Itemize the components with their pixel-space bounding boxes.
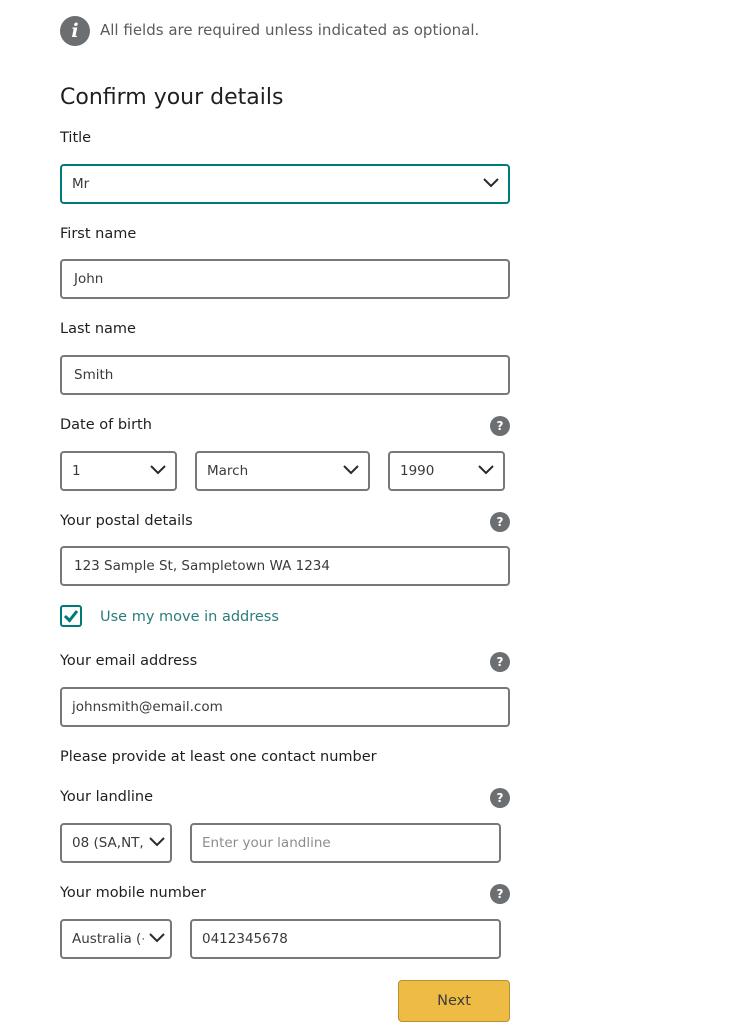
contact-number-note: Please provide at least one contact numb… xyxy=(60,749,377,765)
move-in-address-checkbox[interactable] xyxy=(60,605,82,627)
mobile-value: 0412345678 xyxy=(202,931,288,947)
postal-address-input[interactable]: 123 Sample St, Sampletown WA 1234 xyxy=(60,546,510,586)
last-name-label: Last name xyxy=(60,321,136,337)
move-in-address-label[interactable]: Use my move in address xyxy=(100,609,279,625)
mobile-country-value: Australia (+ xyxy=(72,931,144,947)
chevron-down-icon xyxy=(343,465,359,475)
page-title: Confirm your details xyxy=(60,85,284,110)
title-select[interactable]: Mr xyxy=(60,164,510,204)
postal-address-value: 123 Sample St, Sampletown WA 1234 xyxy=(74,558,330,574)
dob-year-select[interactable]: 1990 xyxy=(388,451,505,491)
mobile-label: Your mobile number xyxy=(60,885,206,901)
checkmark-icon xyxy=(63,610,79,623)
mobile-input[interactable]: 0412345678 xyxy=(190,919,501,959)
postal-label: Your postal details xyxy=(60,513,193,529)
dob-month-select[interactable]: March xyxy=(195,451,370,491)
email-help-icon[interactable]: ? xyxy=(490,652,510,672)
title-label: Title xyxy=(60,130,92,146)
dob-help-icon[interactable]: ? xyxy=(490,416,510,436)
chevron-down-icon xyxy=(149,933,165,943)
landline-help-icon[interactable]: ? xyxy=(490,788,510,808)
first-name-input[interactable]: John xyxy=(60,259,510,299)
chevron-down-icon xyxy=(483,178,499,188)
email-value: johnsmith@email.com xyxy=(72,699,223,715)
mobile-country-select[interactable]: Australia (+ xyxy=(60,919,172,959)
dob-year-value: 1990 xyxy=(400,463,435,479)
landline-label: Your landline xyxy=(60,789,154,805)
title-select-value: Mr xyxy=(72,176,90,192)
chevron-down-icon xyxy=(478,465,494,475)
next-button[interactable]: Next xyxy=(398,980,510,1022)
email-label: Your email address xyxy=(60,653,198,669)
email-input[interactable]: johnsmith@email.com xyxy=(60,687,510,727)
first-name-value: John xyxy=(74,271,104,287)
first-name-label: First name xyxy=(60,226,137,242)
required-fields-notice: All fields are required unless indicated… xyxy=(100,21,480,39)
landline-area-code-value: 08 (SA,NT,W xyxy=(72,835,144,851)
dob-month-value: March xyxy=(207,463,249,479)
landline-placeholder: Enter your landline xyxy=(202,835,331,851)
dob-day-select[interactable]: 1 xyxy=(60,451,177,491)
dob-label: Date of birth xyxy=(60,417,152,433)
info-icon: i xyxy=(60,16,90,46)
mobile-help-icon[interactable]: ? xyxy=(490,884,510,904)
landline-input[interactable]: Enter your landline xyxy=(190,823,501,863)
postal-help-icon[interactable]: ? xyxy=(490,512,510,532)
last-name-value: Smith xyxy=(74,367,114,383)
last-name-input[interactable]: Smith xyxy=(60,355,510,395)
chevron-down-icon xyxy=(149,837,165,847)
chevron-down-icon xyxy=(150,465,166,475)
dob-day-value: 1 xyxy=(72,463,81,479)
landline-area-code-select[interactable]: 08 (SA,NT,W xyxy=(60,823,172,863)
